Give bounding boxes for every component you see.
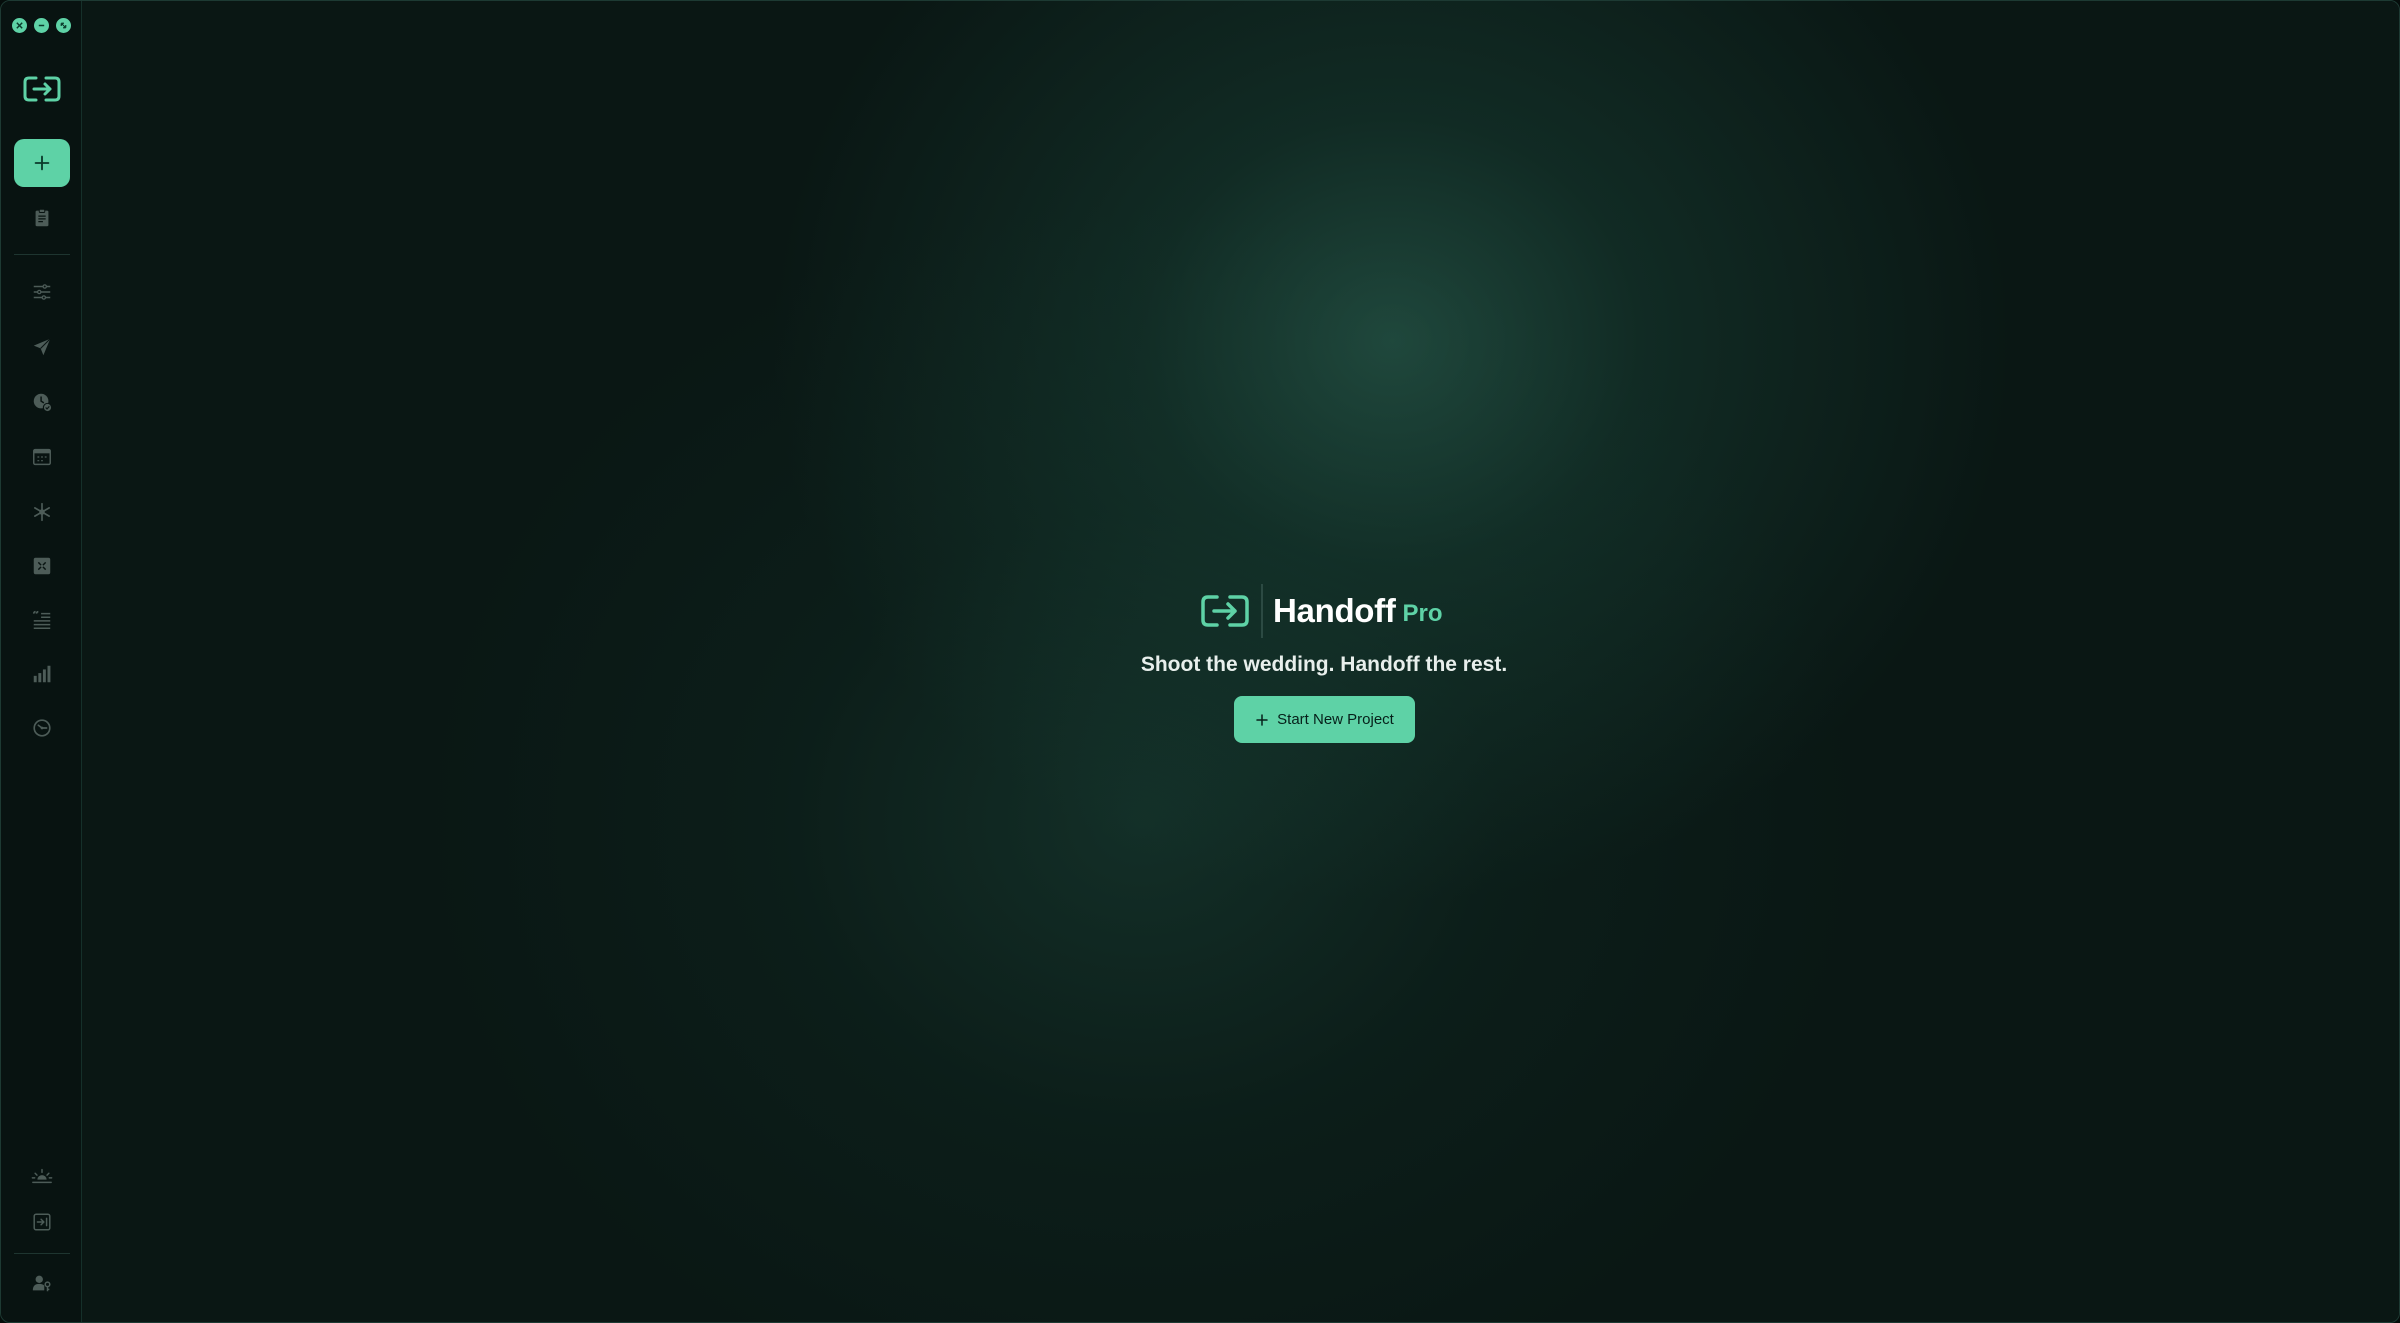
gauge-icon <box>33 719 51 737</box>
bar-chart-icon <box>33 665 51 683</box>
sidebar-item-timer[interactable] <box>14 706 70 750</box>
sidebar <box>1 1 82 1322</box>
sliders-icon <box>33 284 51 300</box>
sidebar-item-appearance[interactable] <box>14 1154 70 1198</box>
clock-check-icon <box>33 393 53 413</box>
sidebar-divider <box>14 254 70 255</box>
brand-divider <box>1261 584 1263 638</box>
expand-icon <box>60 22 67 29</box>
clipboard-icon <box>35 208 49 227</box>
grid-box-icon <box>33 557 51 575</box>
start-new-project-label: Start New Project <box>1277 711 1394 728</box>
sidebar-item-templates[interactable] <box>14 544 70 588</box>
import-box-icon <box>33 1213 51 1231</box>
close-window-button[interactable] <box>12 18 27 33</box>
user-key-icon <box>32 1275 51 1292</box>
handoff-logo-icon <box>1201 595 1249 627</box>
snowflake-icon <box>34 502 50 522</box>
sidebar-item-send[interactable] <box>14 325 70 369</box>
sidebar-item-adjustments[interactable] <box>14 270 70 314</box>
sidebar-item-calendar[interactable] <box>14 435 70 479</box>
sidebar-item-analytics[interactable] <box>14 652 70 696</box>
sidebar-item-clipboard[interactable] <box>14 196 70 240</box>
sidebar-item-schedule[interactable] <box>14 380 70 424</box>
plus-icon <box>34 155 50 171</box>
zoom-window-button[interactable] <box>56 18 71 33</box>
sidebar-item-account[interactable] <box>14 1261 70 1305</box>
plus-icon <box>1256 713 1268 726</box>
main-content: Handoff Pro Shoot the wedding. Handoff t… <box>82 1 2399 1322</box>
handoff-logo-icon <box>23 76 61 102</box>
brand-lockup: Handoff Pro <box>1199 584 1443 638</box>
sidebar-item-quotes[interactable] <box>14 598 70 642</box>
start-new-project-button[interactable]: Start New Project <box>1234 696 1415 743</box>
close-icon <box>16 22 23 29</box>
window-controls <box>12 18 71 33</box>
brand-name: Handoff <box>1273 592 1396 629</box>
sidebar-item-asset[interactable] <box>14 490 70 534</box>
app-window: Handoff Pro Shoot the wedding. Handoff t… <box>0 0 2400 1323</box>
quote-list-icon <box>32 610 51 629</box>
sidebar-new-project-button[interactable] <box>14 139 70 187</box>
sidebar-item-import[interactable] <box>14 1200 70 1244</box>
sunrise-icon <box>31 1168 53 1184</box>
brand-tier-badge: Pro <box>1402 600 1443 627</box>
minimize-window-button[interactable] <box>34 18 49 33</box>
tagline: Shoot the wedding. Handoff the rest. <box>1140 653 1508 676</box>
minimize-icon <box>38 24 45 27</box>
paper-plane-icon <box>33 338 51 356</box>
sidebar-divider-bottom <box>14 1253 70 1254</box>
calendar-icon <box>33 448 51 466</box>
